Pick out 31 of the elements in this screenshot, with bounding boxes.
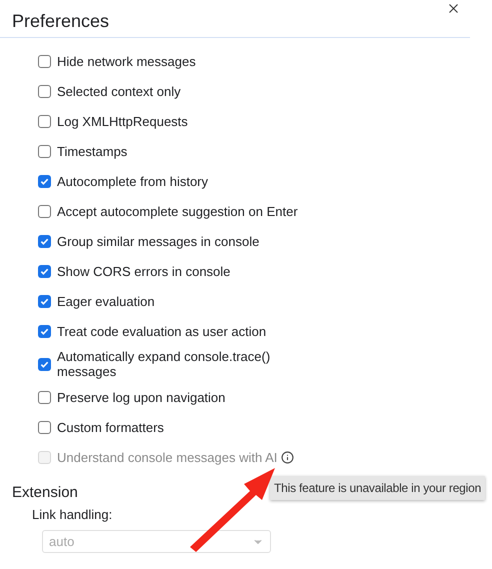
checkbox[interactable] [38,144,51,158]
checkbox[interactable] [38,234,51,248]
checkbox[interactable] [38,54,51,68]
checkbox[interactable] [38,174,51,188]
setting-label: Treat code evaluation as user action [57,324,266,338]
setting-label: Automatically expand console.trace() messages [57,349,272,379]
checkbox[interactable] [38,420,51,434]
setting-label: Group similar messages in console [57,234,260,248]
checkbox[interactable] [38,84,51,98]
checkbox[interactable] [38,324,51,338]
setting-label: Understand console messages with AI [57,450,278,464]
section-heading: Extension [12,484,78,502]
checkbox[interactable] [38,204,51,218]
setting-label: Selected context only [57,84,181,98]
setting-label: Accept autocomplete suggestion on Enter [57,204,298,218]
setting-label: Hide network messages [57,54,196,68]
setting-label: Autocomplete from history [57,174,208,188]
setting-label: Log XMLHttpRequests [57,114,188,128]
tooltip: This feature is unavailable in your region [270,476,486,500]
checkbox[interactable] [38,114,51,128]
checkbox[interactable] [38,294,51,308]
field-label: Link handling: [32,507,112,522]
checkbox[interactable] [38,264,51,278]
dialog-title: Preferences [12,10,110,33]
checkbox[interactable] [38,390,51,404]
setting-label: Eager evaluation [57,294,155,308]
setting-label: Timestamps [57,144,128,158]
checkbox[interactable] [38,358,51,370]
setting-label: Show CORS errors in console [57,264,230,278]
setting-label: Custom formatters [57,420,164,434]
setting-label: Preserve log upon navigation [57,390,226,404]
